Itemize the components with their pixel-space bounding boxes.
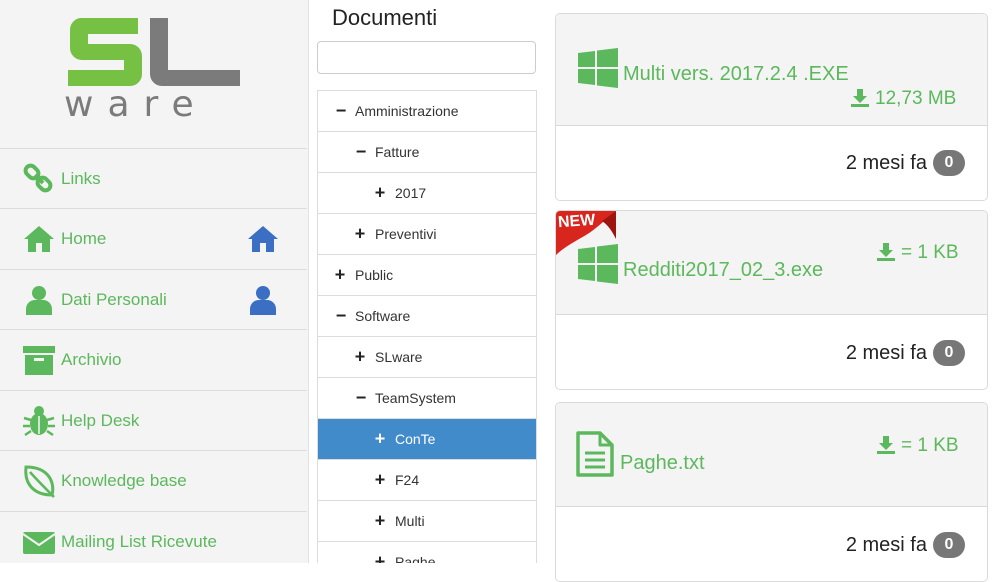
- home-icon: [248, 225, 278, 252]
- expand-icon[interactable]: +: [353, 224, 367, 245]
- tree-search-input[interactable]: [317, 41, 536, 74]
- expand-icon[interactable]: +: [373, 511, 387, 532]
- nav-item-dati-personali[interactable]: Dati Personali: [0, 269, 307, 329]
- file-card-header: Redditi2017_02_3.exe = 1 KB: [556, 211, 987, 315]
- tree-node-slware[interactable]: + SLware: [318, 337, 536, 378]
- expand-icon[interactable]: +: [373, 183, 387, 204]
- tree-node-f24[interactable]: + F24: [318, 460, 536, 501]
- nav-item-help-desk[interactable]: Help Desk: [0, 390, 307, 450]
- download-count-badge: 0: [933, 532, 965, 558]
- tree-node-fatture[interactable]: − Fatture: [318, 132, 536, 173]
- tree-node-label: Software: [355, 308, 411, 324]
- collapse-icon[interactable]: −: [354, 142, 368, 163]
- file-card-footer: 2 mesi fa 0: [556, 507, 987, 581]
- nav-label-help-desk: Help Desk: [61, 410, 140, 430]
- download-icon[interactable]: [850, 88, 870, 108]
- tree-node-label: 2017: [395, 185, 427, 201]
- archive-box-icon: [23, 345, 55, 375]
- tree-node-conte[interactable]: + ConTe: [318, 419, 536, 460]
- user-icon: [250, 285, 276, 315]
- tree-node-paghe[interactable]: + Paghe: [318, 542, 536, 564]
- expand-icon[interactable]: +: [373, 429, 387, 450]
- file-name-link[interactable]: Redditi2017_02_3.exe: [623, 259, 823, 282]
- expand-icon[interactable]: +: [373, 552, 387, 564]
- nav-label-links: Links: [61, 168, 101, 188]
- file-card-footer: 2 mesi fa 0: [556, 315, 987, 389]
- document-tree: − Amministrazione − Fatture + 2017 + Pre…: [317, 90, 537, 563]
- nav-item-knowledge-base[interactable]: Knowledge base: [0, 450, 307, 510]
- tree-node-label: Fatture: [375, 144, 420, 160]
- tree-node-software[interactable]: − Software: [318, 296, 536, 337]
- file-name-link[interactable]: Paghe.txt: [620, 452, 705, 475]
- sidebar: ware Links Home Dati Personali Archivio …: [0, 0, 309, 563]
- nav-label-mailing-list: Mailing List Ricevute: [61, 531, 217, 551]
- user-icon: [26, 285, 52, 315]
- link-icon: [23, 163, 53, 192]
- download-count-badge: 0: [933, 150, 965, 176]
- bug-icon: [23, 405, 55, 436]
- svg-text:ware: ware: [64, 84, 208, 123]
- nav-item-archivio[interactable]: Archivio: [0, 329, 307, 389]
- download-icon[interactable]: [876, 242, 896, 262]
- collapse-icon[interactable]: −: [334, 101, 348, 122]
- file-card-header: Paghe.txt = 1 KB: [556, 403, 987, 507]
- download-icon[interactable]: [876, 435, 896, 455]
- expand-icon[interactable]: +: [373, 470, 387, 491]
- tree-node-label: Multi: [395, 513, 425, 529]
- file-size: = 1 KB: [901, 242, 959, 263]
- file-card: Paghe.txt = 1 KB 2 mesi fa 0: [555, 402, 988, 582]
- tree-node-public[interactable]: + Public: [318, 255, 536, 296]
- collapse-icon[interactable]: −: [354, 388, 368, 409]
- file-name-link[interactable]: Multi vers. 2017.2.4 .EXE: [623, 63, 849, 86]
- file-card-header: Multi vers. 2017.2.4 .EXE 12,73 MB: [556, 14, 987, 126]
- tree-node-label: SLware: [375, 349, 423, 365]
- nav-label-dati-personali: Dati Personali: [61, 289, 167, 309]
- file-card-footer: 2 mesi fa 0: [556, 126, 987, 200]
- file-card: Redditi2017_02_3.exe = 1 KB 2 mesi fa 0 …: [555, 210, 988, 390]
- nav-item-mailing-list[interactable]: Mailing List Ricevute: [0, 511, 307, 571]
- file-card: Multi vers. 2017.2.4 .EXE 12,73 MB 2 mes…: [555, 13, 988, 201]
- tree-node-teamsystem[interactable]: − TeamSystem: [318, 378, 536, 419]
- nav-label-archivio: Archivio: [61, 349, 122, 369]
- tree-node-label: Public: [355, 267, 394, 283]
- new-ribbon-label: NEW: [557, 211, 596, 232]
- windows-icon: [578, 48, 618, 88]
- tree-node-label: TeamSystem: [375, 390, 456, 406]
- file-modified-time: 2 mesi fa: [845, 534, 927, 556]
- file-size: 12,73 MB: [875, 88, 957, 109]
- tree-node-2017[interactable]: + 2017: [318, 173, 536, 214]
- envelope-icon: [22, 531, 56, 554]
- file-size: = 1 KB: [901, 435, 959, 456]
- collapse-icon[interactable]: −: [334, 306, 348, 327]
- expand-icon[interactable]: +: [333, 265, 347, 286]
- slware-logo: ware: [64, 18, 240, 123]
- file-modified-time: 2 mesi fa: [845, 342, 927, 364]
- tree-node-preventivi[interactable]: + Preventivi: [318, 214, 536, 255]
- leaf-icon: [24, 464, 55, 498]
- text-file-icon: [576, 431, 614, 477]
- tree-node-label: Paghe: [395, 554, 436, 563]
- tree-node-label: Preventivi: [375, 226, 437, 242]
- tree-node-label: ConTe: [395, 431, 436, 447]
- tree-node-label: Amministrazione: [355, 103, 459, 119]
- tree-node-multi[interactable]: + Multi: [318, 501, 536, 542]
- nav-label-home: Home: [61, 228, 107, 248]
- home-icon: [24, 225, 54, 252]
- tree-node-label: F24: [395, 472, 420, 488]
- documents-title: Documenti: [332, 5, 438, 30]
- expand-icon[interactable]: +: [353, 347, 367, 368]
- tree-node-amministrazione[interactable]: − Amministrazione: [318, 91, 536, 132]
- download-count-badge: 0: [933, 340, 965, 366]
- file-modified-time: 2 mesi fa: [845, 152, 927, 174]
- nav-item-home[interactable]: Home: [0, 208, 307, 268]
- nav-label-knowledge-base: Knowledge base: [61, 470, 187, 490]
- nav-item-links[interactable]: Links: [0, 148, 307, 208]
